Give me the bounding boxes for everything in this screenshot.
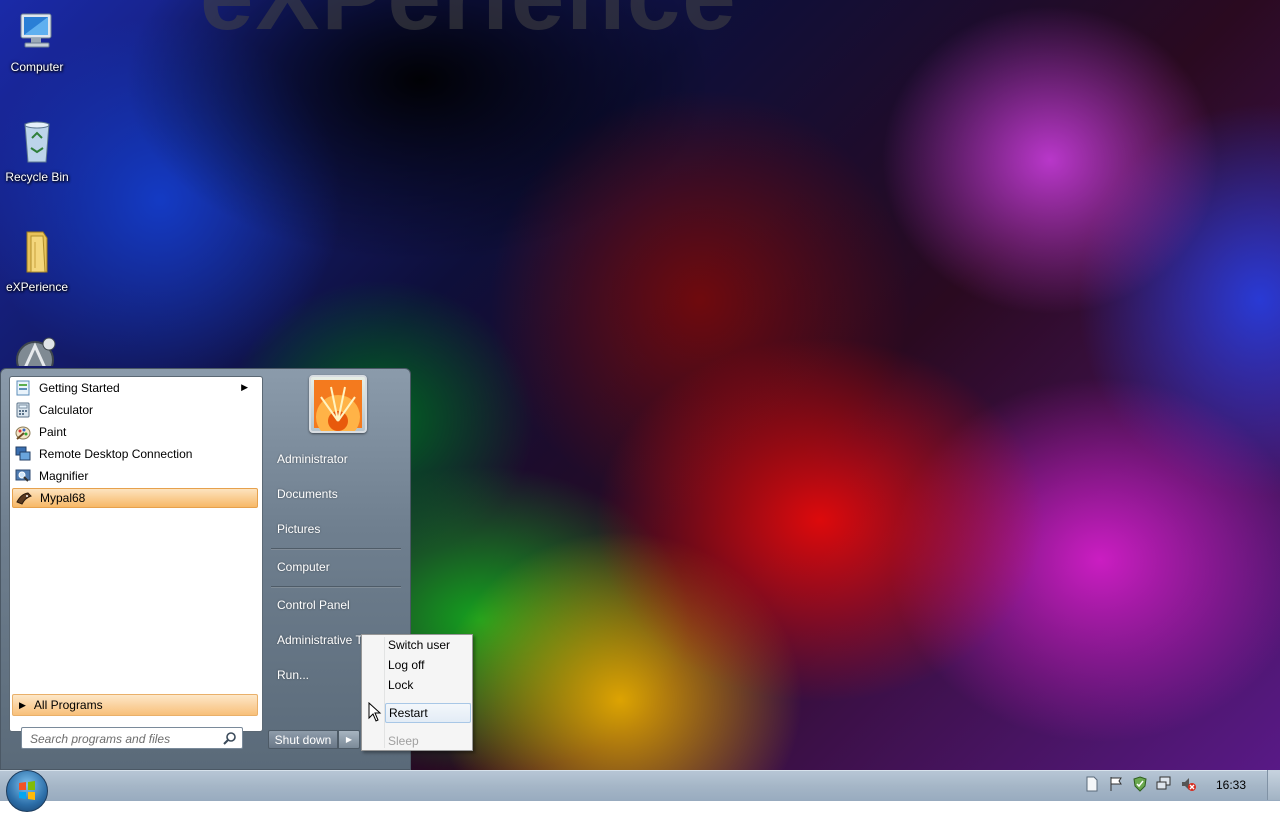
action-center-flag-icon[interactable] <box>1108 776 1124 792</box>
wallpaper-watermark: eXPerience <box>200 0 738 52</box>
network-icon[interactable] <box>1156 776 1172 792</box>
desktop-icon-recycle-bin[interactable]: Recycle Bin <box>0 118 74 184</box>
desktop-icon-app-shortcut[interactable] <box>0 336 74 366</box>
search-icon[interactable] <box>223 731 237 745</box>
start-menu: Getting Started ▶ Calculator Paint Remot… <box>0 368 411 770</box>
folder-icon <box>13 228 61 276</box>
menu-item-lock[interactable]: Lock <box>388 675 470 695</box>
link-documents[interactable]: Documents <box>271 481 403 507</box>
submenu-arrow-icon: ▶ <box>241 382 248 392</box>
search-input[interactable] <box>28 729 222 749</box>
desktop-icon-label: eXPerience <box>5 280 69 294</box>
link-administrator[interactable]: Administrator <box>271 446 403 472</box>
desktop-icon-computer[interactable]: Computer <box>0 8 74 74</box>
shutdown-button[interactable]: Shut down <box>268 730 338 749</box>
getting-started-icon <box>15 380 31 396</box>
program-label: Magnifier <box>39 469 89 483</box>
recycle-bin-icon <box>13 118 61 166</box>
program-item-calculator[interactable]: Calculator <box>12 400 258 420</box>
expand-arrow-icon: ▶ <box>19 699 26 710</box>
security-shield-icon[interactable] <box>1132 776 1148 792</box>
show-desktop-button[interactable] <box>1267 770 1280 800</box>
magnifier-icon <box>15 468 31 484</box>
flower-avatar-icon <box>314 380 362 439</box>
system-tray <box>1084 776 1196 792</box>
menu-item-log-off[interactable]: Log off <box>388 655 470 675</box>
document-icon[interactable] <box>1084 776 1100 792</box>
app-shortcut-icon <box>13 336 61 366</box>
program-label: Getting Started <box>39 381 120 395</box>
menu-item-restart[interactable]: Restart <box>385 703 471 723</box>
program-label: Paint <box>39 425 67 439</box>
program-item-mypal68[interactable]: Mypal68 <box>12 488 258 508</box>
start-menu-programs-pane: Getting Started ▶ Calculator Paint Remot… <box>9 376 263 732</box>
calculator-icon <box>15 402 31 418</box>
user-picture[interactable] <box>309 375 367 439</box>
separator <box>271 548 401 550</box>
program-item-getting-started[interactable]: Getting Started ▶ <box>12 378 258 398</box>
start-button[interactable] <box>6 770 48 812</box>
program-label: Calculator <box>39 403 94 417</box>
desktop-icon-experience-folder[interactable]: eXPerience <box>0 228 74 294</box>
link-computer[interactable]: Computer <box>271 554 403 580</box>
paint-icon <box>15 424 31 440</box>
program-label: Mypal68 <box>40 491 86 505</box>
shutdown-options-arrow-icon[interactable]: ▶ <box>338 730 360 749</box>
separator <box>271 586 401 588</box>
program-item-remote-desktop[interactable]: Remote Desktop Connection <box>12 444 258 464</box>
link-control-panel[interactable]: Control Panel <box>271 592 403 618</box>
computer-icon <box>13 8 61 56</box>
program-label: Remote Desktop Connection <box>39 447 193 461</box>
menu-item-switch-user[interactable]: Switch user <box>388 635 470 655</box>
taskbar-clock[interactable]: 16:33 <box>1203 778 1259 792</box>
menu-item-sleep[interactable]: Sleep <box>388 731 470 751</box>
all-programs-label: All Programs <box>33 698 103 712</box>
link-pictures[interactable]: Pictures <box>271 516 403 542</box>
program-item-paint[interactable]: Paint <box>12 422 258 442</box>
mypal-icon <box>16 490 32 506</box>
all-programs-button[interactable]: ▶ All Programs <box>12 694 258 716</box>
remote-desktop-icon <box>15 446 31 462</box>
mouse-pointer-icon <box>368 701 382 725</box>
start-search-box[interactable] <box>21 727 243 749</box>
volume-muted-icon[interactable] <box>1180 776 1196 792</box>
desktop-icon-label: Computer <box>10 60 64 74</box>
power-options-menu: Switch user Log off Lock Restart Sleep <box>361 634 473 751</box>
desktop-icon-label: Recycle Bin <box>5 170 69 184</box>
windows-logo-icon <box>19 781 35 800</box>
program-item-magnifier[interactable]: Magnifier <box>12 466 258 486</box>
